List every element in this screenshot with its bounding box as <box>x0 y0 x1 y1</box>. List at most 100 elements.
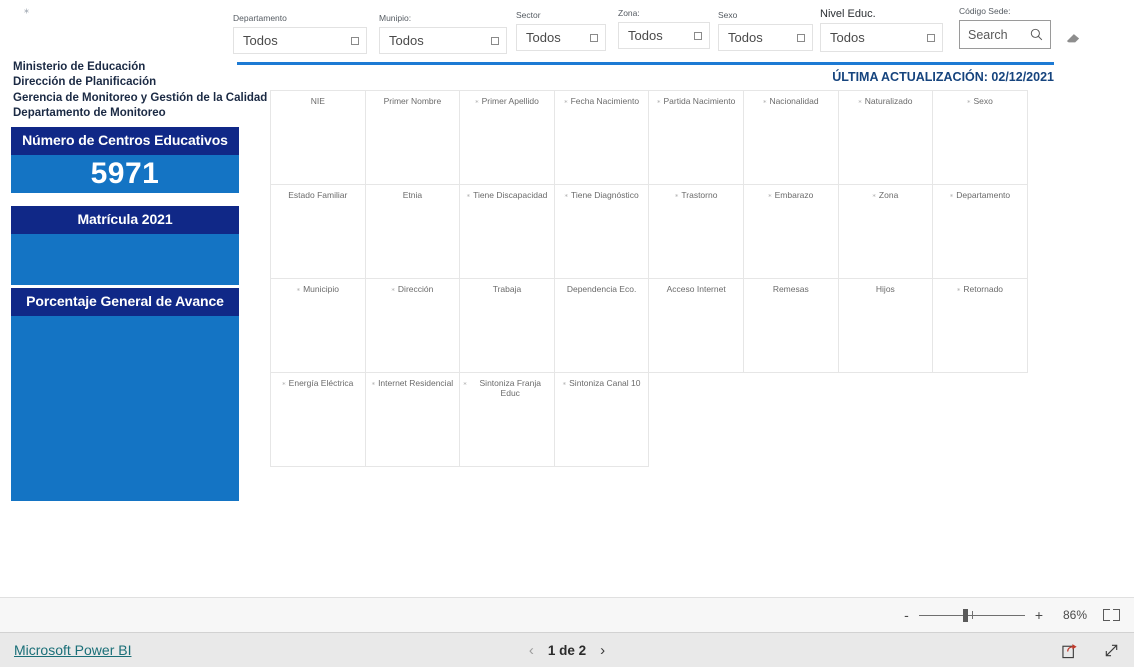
field-cell-inner: Hijos <box>839 284 933 372</box>
slicer-value-municipio: Todos <box>389 33 424 48</box>
field-cell-inner: ⁎ Primer Apellido <box>460 96 554 184</box>
field-cell[interactable]: Acceso Internet <box>648 278 744 373</box>
slicer-sector[interactable]: Sector Todos <box>516 10 606 51</box>
field-label: Acceso Internet <box>666 284 726 294</box>
field-cell[interactable]: Primer Nombre <box>364 90 461 185</box>
field-cell-inner: ⁎ Sexo <box>933 96 1027 184</box>
field-label: Nacionalidad <box>769 96 819 106</box>
kpi-title-matricula-2021: Matrícula 2021 <box>11 206 239 234</box>
slicer-box-nivel-educativo[interactable]: Todos <box>820 23 943 52</box>
eraser-icon[interactable] <box>1064 31 1082 45</box>
field-cell[interactable]: ⁎ Trastorno <box>648 184 744 279</box>
field-cell[interactable]: ⁎ Zona <box>837 184 934 279</box>
slicer-label-nivel-educativo: Nivel Educ. <box>820 8 876 20</box>
chevron-down-icon[interactable] <box>590 33 598 42</box>
org-line-ministry: Ministerio de Educación <box>13 61 146 73</box>
field-cell[interactable]: ⁎ Tiene Discapacidad <box>459 184 555 279</box>
field-cell[interactable]: Remesas <box>742 278 839 373</box>
field-cell-inner: ⁎ Nacionalidad <box>744 96 838 184</box>
next-page-button[interactable]: › <box>600 642 605 659</box>
field-cell-inner: Etnia <box>366 190 460 278</box>
search-icon[interactable] <box>1030 28 1043 41</box>
share-icon[interactable] <box>1062 642 1079 659</box>
field-cell[interactable]: ⁎ Primer Apellido <box>459 90 555 185</box>
field-cell[interactable]: ⁎ Energía Eléctrica <box>270 372 366 467</box>
slicer-sexo[interactable]: Sexo Todos <box>718 10 813 51</box>
field-cell[interactable]: ⁎ Fecha Nacimiento <box>553 90 650 185</box>
required-asterisk-icon: ⁎ <box>564 98 568 105</box>
field-cell[interactable]: Etnia <box>364 184 461 279</box>
zoom-level-label: 86% <box>1062 608 1087 622</box>
zoom-slider-thumb[interactable] <box>963 608 969 622</box>
field-cell[interactable]: Hijos <box>837 278 934 373</box>
field-cell[interactable]: ⁎ Tiene Diagnóstico <box>553 184 650 279</box>
chevron-down-icon[interactable] <box>491 36 499 45</box>
field-cell[interactable]: ⁎ Naturalizado <box>837 90 934 185</box>
field-label: Naturalizado <box>864 96 913 106</box>
field-cell[interactable]: Trabaja <box>459 278 555 373</box>
field-cell[interactable]: Estado Familiar <box>270 184 366 279</box>
field-cell[interactable]: ⁎ Sintoniza Franja Educ <box>459 372 555 467</box>
zoom-in-button[interactable]: + <box>1035 607 1043 623</box>
kpi-card-porcentaje-avance[interactable]: Porcentaje General de Avance <box>11 288 239 501</box>
chevron-down-icon[interactable] <box>797 33 805 42</box>
field-label: Fecha Nacimiento <box>570 96 640 106</box>
chevron-down-icon[interactable] <box>694 31 702 40</box>
field-cell[interactable]: ⁎ Sexo <box>932 90 1028 185</box>
slicer-nivel-educativo[interactable]: Nivel Educ. Todos <box>820 9 943 52</box>
slicer-codigo-sede[interactable]: Código Sede: Search <box>959 6 1051 49</box>
required-asterisk-icon: ⁎ <box>872 192 876 199</box>
slicer-box-municipio[interactable]: Todos <box>379 27 507 54</box>
field-label: NIE <box>310 96 325 106</box>
chevron-down-icon[interactable] <box>927 33 935 42</box>
field-cell-inner: Primer Nombre <box>366 96 460 184</box>
kpi-card-centros-educativos[interactable]: Número de Centros Educativos 5971 <box>11 127 239 193</box>
chevron-down-icon[interactable] <box>351 36 359 45</box>
slicer-municipio[interactable]: Munipio: Todos <box>379 13 507 54</box>
field-cell[interactable]: ⁎ Partida Nacimiento <box>648 90 744 185</box>
slicer-box-zona[interactable]: Todos <box>618 22 710 49</box>
field-cell-inner: ⁎ Naturalizado <box>839 96 933 184</box>
field-cell[interactable]: ⁎ Internet Residencial <box>364 372 461 467</box>
field-cell[interactable]: ⁎ Retornado <box>932 278 1028 373</box>
fit-to-page-icon[interactable] <box>1103 609 1120 621</box>
previous-page-button[interactable]: ‹ <box>529 642 534 659</box>
field-cell[interactable]: ⁎ Sintoniza Canal 10 <box>553 372 650 467</box>
field-label: Tiene Discapacidad <box>473 190 548 200</box>
slicer-label-sector: Sector <box>516 10 541 20</box>
field-label: Remesas <box>772 284 809 294</box>
field-cell[interactable]: ⁎ Nacionalidad <box>742 90 839 185</box>
field-cell[interactable]: ⁎ Dirección <box>364 278 461 373</box>
field-cell-inner: ⁎ Sintoniza Franja Educ <box>460 378 554 466</box>
search-input[interactable]: Search <box>959 20 1051 49</box>
field-cell[interactable]: Dependencia Eco. <box>553 278 650 373</box>
field-cell[interactable]: ⁎ Municipio <box>270 278 366 373</box>
required-asterisk-icon: ⁎ <box>371 380 376 387</box>
field-cell-inner: Acceso Internet <box>649 284 743 372</box>
fullscreen-icon[interactable] <box>1103 642 1120 659</box>
power-bi-brand-link[interactable]: Microsoft Power BI <box>14 642 131 658</box>
slicer-zona[interactable]: Zona: Todos <box>618 8 710 49</box>
required-asterisk-icon: ⁎ <box>956 286 961 293</box>
slicer-box-departamento[interactable]: Todos <box>233 27 367 54</box>
field-label: Trabaja <box>492 284 522 294</box>
slicer-value-departamento: Todos <box>243 33 278 48</box>
slicer-departamento[interactable]: Departamento Todos <box>233 13 367 54</box>
kpi-card-matricula-2021[interactable]: Matrícula 2021 <box>11 206 239 285</box>
field-cell-inner: Dependencia Eco. <box>555 284 649 372</box>
field-cell-inner: ⁎ Energía Eléctrica <box>271 378 365 466</box>
zoom-slider[interactable] <box>918 608 1025 622</box>
zoom-slider-tick <box>971 611 973 619</box>
slicer-box-sector[interactable]: Todos <box>516 24 606 51</box>
field-cell-inner: NIE <box>271 96 365 184</box>
field-cell[interactable]: NIE <box>270 90 366 185</box>
field-label: Retornado <box>963 284 1004 294</box>
kpi-title-porcentaje-avance: Porcentaje General de Avance <box>11 288 239 316</box>
field-label: Sintoniza Franja Educ <box>479 378 541 398</box>
required-asterisk-icon: ⁎ <box>858 98 862 105</box>
field-cell[interactable]: ⁎ Departamento <box>932 184 1028 279</box>
slicer-box-sexo[interactable]: Todos <box>718 24 813 51</box>
zoom-out-button[interactable]: - <box>904 607 909 623</box>
required-asterisk-icon: ⁎ <box>657 98 661 105</box>
field-cell[interactable]: ⁎ Embarazo <box>742 184 839 279</box>
